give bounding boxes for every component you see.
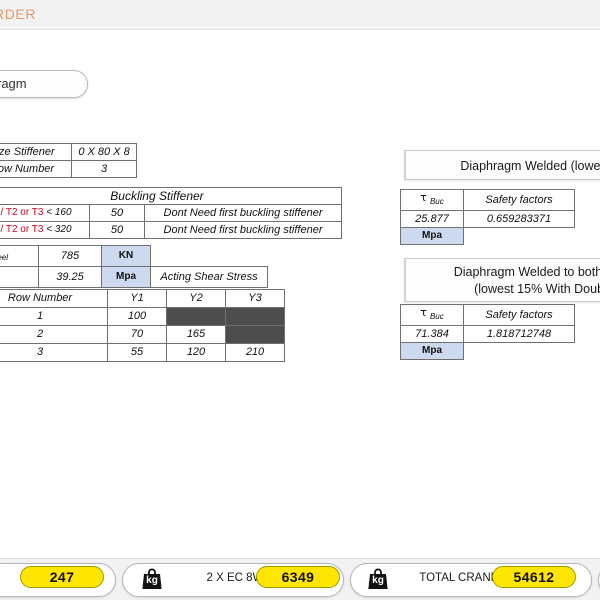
diaphragm-type-dropdown-value: ragm (0, 76, 27, 91)
status-value-3[interactable]: 54612 (492, 566, 576, 588)
table-row[interactable]: τact 39.25 Mpa Acting Shear Stress (0, 266, 268, 289)
diaphragm-welded-note-2: Diaphragm Welded to both webs d (lowest … (404, 258, 600, 302)
table-row: 71.384 1.818712748 (400, 325, 575, 344)
table-header-row: τ Buc Safety factors (400, 303, 575, 327)
stiffener-rownumber-label: Row Number (0, 160, 72, 178)
buckling-note-1: Dont Need first buckling stiffener (144, 204, 342, 222)
y-table-header-y2: Y2 (166, 289, 226, 308)
diaphragm-welded-note-2-line2: (lowest 15% With Double F (474, 282, 600, 296)
buckling-criterion-2: H / T2 or T3 < 320 (0, 221, 90, 239)
fwheel-note (151, 246, 268, 267)
y-row-2-y3 (225, 325, 285, 344)
table-row[interactable]: 1 100 (0, 307, 285, 326)
tau-buckling-table-1: τ Buc Safety factors 25.877 0.659283371 … (400, 188, 575, 246)
status-value-2[interactable]: 6349 (256, 566, 340, 588)
diaphragm-welded-note-2-line1: Diaphragm Welded to both webs d (453, 265, 600, 279)
y-row-2-y2[interactable]: 165 (166, 325, 226, 344)
y-row-3-number: 3 (0, 343, 108, 362)
kg-weight-icon: kg (140, 568, 164, 590)
tau-act-label: τact (0, 266, 39, 289)
stiffener-y-positions-table: Row Number Y1 Y2 Y3 1 100 2 70 165 3 55 … (0, 289, 285, 362)
table-row[interactable]: Row Number 3 (0, 160, 137, 178)
table-header-row: τ Buc Safety factors (400, 188, 575, 212)
table-row: Buckling Stiffener (0, 187, 342, 205)
y-table-header-y1: Y1 (107, 289, 167, 308)
tau-buc-unit-1: Mpa (400, 227, 464, 246)
kg-weight-icon: kg (366, 568, 390, 590)
y-row-1-y3 (225, 307, 285, 326)
stiffener-size-table: Size Stiffener 0 X 80 X 8 Row Number 3 (0, 143, 137, 178)
fwheel-label: FWheel (0, 244, 39, 268)
buckling-criterion-1: H / T2 or T3 < 160 (0, 204, 90, 222)
table-row[interactable]: 2 70 165 (0, 325, 285, 344)
status-value-1[interactable]: 247 (20, 566, 104, 588)
safety-factors-header-1: Safety factors (463, 188, 575, 212)
tau-buc-value-1: 25.877 (400, 210, 464, 229)
safety-factor-value-1: 0.659283371 (463, 210, 575, 229)
stiffener-size-label: Size Stiffener (0, 143, 72, 161)
table-row[interactable]: FWheel 785 KN (0, 244, 268, 268)
table-row: Mpa (400, 227, 575, 246)
y-row-2-y1[interactable]: 70 (107, 325, 167, 344)
y-row-1-y1[interactable]: 100 (107, 307, 167, 326)
fwheel-unit: KN (101, 244, 151, 268)
tau-act-unit: Mpa (101, 266, 151, 289)
tau-act-value[interactable]: 39.25 (38, 266, 102, 289)
status-bar: 247 kg 2 X EC 8W 6349 kg TOTAL CRANE 4W … (0, 558, 600, 600)
table-row[interactable]: H / T2 or T3 < 160 50 Dont Need first bu… (0, 204, 342, 222)
tau-act-note: Acting Shear Stress (150, 266, 268, 289)
y-row-1-y2 (166, 307, 226, 326)
buckling-stiffener-table: Buckling Stiffener H / T2 or T3 < 160 50… (0, 187, 342, 239)
table-row: Mpa (400, 342, 575, 361)
y-row-3-y1[interactable]: 55 (107, 343, 167, 362)
wheel-force-table: FWheel 785 KN τact 39.25 Mpa Acting Shea… (0, 244, 268, 289)
stiffener-rownumber-value[interactable]: 3 (71, 160, 137, 178)
app-header: GIRDER (0, 0, 600, 30)
safety-factor-value-2: 1.818712748 (463, 325, 575, 344)
buckling-value-2[interactable]: 50 (89, 221, 145, 239)
y-row-3-y2[interactable]: 120 (166, 343, 226, 362)
tau-buc-header-1: τ Buc (400, 188, 464, 212)
y-row-1-number: 1 (0, 307, 108, 326)
table-row[interactable]: 3 55 120 210 (0, 343, 285, 362)
y-row-3-y3[interactable]: 210 (225, 343, 285, 362)
fwheel-value[interactable]: 785 (38, 244, 102, 268)
table-row[interactable]: H / T2 or T3 < 320 50 Dont Need first bu… (0, 221, 342, 239)
table-row[interactable]: Size Stiffener 0 X 80 X 8 (0, 143, 137, 161)
spacer-cell (464, 228, 575, 245)
buckling-value-1[interactable]: 50 (89, 204, 145, 222)
safety-factors-header-2: Safety factors (463, 303, 575, 327)
stiffener-size-value[interactable]: 0 X 80 X 8 (71, 143, 137, 161)
tau-buckling-table-2: τ Buc Safety factors 71.384 1.818712748 … (400, 303, 575, 361)
y-row-2-number: 2 (0, 325, 108, 344)
buckling-note-2: Dont Need first buckling stiffener (144, 221, 342, 239)
diaphragm-welded-note-1: Diaphragm Welded (lowest 15% (404, 150, 600, 180)
y-table-header-rownumber: Row Number (0, 289, 108, 308)
tau-buc-value-2: 71.384 (400, 325, 464, 344)
page-title: GIRDER (0, 6, 37, 22)
buckling-stiffener-title: Buckling Stiffener (0, 187, 342, 205)
diaphragm-type-dropdown[interactable]: ragm (0, 70, 88, 98)
tau-buc-unit-2: Mpa (400, 342, 464, 361)
tau-buc-header-2: τ Buc (400, 303, 464, 327)
y-table-header-y3: Y3 (225, 289, 285, 308)
spacer-cell (464, 343, 575, 360)
table-header-row: Row Number Y1 Y2 Y3 (0, 289, 285, 308)
table-row: 25.877 0.659283371 (400, 210, 575, 229)
